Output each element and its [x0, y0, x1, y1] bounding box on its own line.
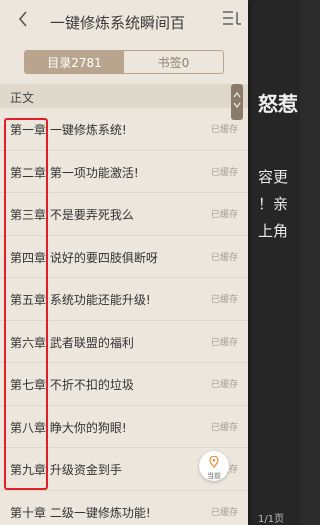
chapter-row[interactable]: 第四章 说好的要四肢俱断呀 已缓存 [0, 236, 248, 278]
cached-status: 已缓存 [211, 167, 239, 178]
chapter-row[interactable]: 第一章 一键修炼系统! 已缓存 [0, 108, 248, 151]
cached-status: 已缓存 [211, 422, 239, 433]
chapter-row[interactable]: 第八章 睁大你的狗眼! 已缓存 [0, 406, 248, 448]
reader-text-line: ！亲 [258, 195, 289, 213]
reader-chapter-title: 怒惹 [258, 92, 298, 116]
chapter-row[interactable]: 第二章 第一项功能激活! 已缓存 [0, 151, 248, 193]
toc-tabs: 目录2781 书签0 [24, 50, 224, 74]
cached-status: 已缓存 [211, 337, 239, 348]
chapter-title: 第六章 武者联盟的福利 [10, 335, 134, 350]
cached-status: 已缓存 [211, 125, 239, 135]
chapter-row[interactable]: 第三章 不是要弄死我么 已缓存 [0, 193, 248, 236]
menu-button[interactable] [222, 10, 248, 32]
page-indicator: 1/1页 [258, 514, 285, 525]
chevron-left-icon [18, 11, 28, 31]
back-button[interactable] [12, 10, 34, 32]
cached-status: 已缓存 [211, 295, 239, 305]
locate-label: 当前 [207, 471, 221, 480]
chapter-title: 第七章 不折不扣的垃圾 [10, 378, 134, 392]
cached-status: 已缓存 [211, 210, 239, 220]
tab-catalog[interactable]: 目录2781 [25, 51, 124, 73]
chapter-title: 第十章 二级一键修炼功能! [10, 505, 151, 520]
chapter-row[interactable]: 第六章 武者联盟的福利 已缓存 [0, 321, 248, 363]
reader-text-line: 上角 [258, 222, 289, 240]
drawer-topbar: 一键修炼系统瞬间百 [0, 0, 248, 42]
cached-status: 已缓存 [211, 507, 239, 518]
chapter-title: 第二章 第一项功能激活! [10, 165, 139, 180]
chapter-title: 第四章 说好的要四肢俱断呀 [10, 250, 158, 265]
book-title: 一键修炼系统瞬间百 [50, 14, 186, 32]
chapter-row[interactable]: 第七章 不折不扣的垃圾 已缓存 [0, 363, 248, 406]
reader-text-line: 容更 [258, 168, 289, 186]
chapter-row[interactable]: 第五章 系统功能还能升级! 已缓存 [0, 278, 248, 321]
chapter-title: 第五章 系统功能还能升级! [10, 293, 151, 307]
list-icon [222, 11, 242, 30]
chapter-title: 第一章 一键修炼系统! [10, 123, 127, 137]
section-header: 正文 [0, 84, 248, 108]
cached-status: 已缓存 [211, 252, 239, 263]
chapter-row[interactable]: 第十章 二级一键修炼功能! 已缓存 [0, 491, 248, 525]
chapter-title: 第八章 睁大你的狗眼! [10, 420, 127, 435]
section-label: 正文 [10, 91, 35, 105]
map-pin-icon [209, 453, 219, 472]
chapter-title: 第三章 不是要弄死我么 [10, 208, 134, 222]
tab-bookmarks[interactable]: 书签0 [124, 51, 223, 73]
toc-drawer: 一键修炼系统瞬间百 目录2781 书签0 正文 第一章 一键修炼系统! 已缓存 … [0, 0, 248, 525]
cached-status: 已缓存 [211, 380, 239, 390]
chapter-title: 第九章 升级资金到手 [10, 463, 122, 477]
locate-current-button[interactable]: 当前 [199, 451, 229, 481]
